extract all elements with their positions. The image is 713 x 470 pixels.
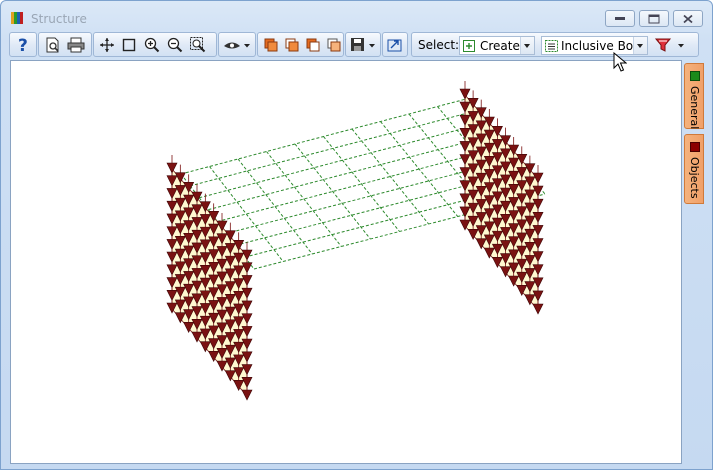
view-group [93, 32, 217, 57]
side-tab-strip: General Objects [682, 60, 708, 462]
rectangle-icon [122, 38, 136, 52]
object-button-1[interactable] [261, 35, 281, 55]
mesh-line [351, 128, 429, 225]
app-icon [11, 12, 25, 24]
filter-button[interactable] [653, 35, 689, 55]
copy-object-icon [327, 38, 341, 52]
objects-group [257, 32, 344, 57]
selection-mode-combo[interactable]: Inclusive Box [541, 36, 648, 55]
save-group [345, 32, 381, 57]
objects-tab-icon [690, 142, 700, 152]
load-arrow [241, 389, 253, 401]
copy-object-icon [285, 38, 299, 52]
structure-view-canvas[interactable] [10, 60, 682, 464]
zoom-extents-button[interactable] [188, 35, 208, 55]
tab-general[interactable]: General [684, 63, 704, 129]
print-group [38, 32, 92, 57]
export-button[interactable] [385, 35, 405, 55]
title-bar: Structure [1, 1, 712, 31]
filter-icon [654, 38, 684, 52]
object-button-3[interactable] [303, 35, 323, 55]
select-group: Select: Create Inclusive Box [411, 32, 699, 57]
load-arrow [166, 162, 178, 174]
selection-mode-value: Inclusive Box [561, 39, 640, 53]
help-icon: ? [18, 36, 28, 54]
zoom-in-icon [144, 37, 160, 53]
create-combo-value: Create [480, 39, 520, 53]
select-label: Select: [418, 38, 460, 52]
window-title: Structure [31, 12, 87, 26]
select-rectangle-button[interactable] [119, 35, 139, 55]
save-icon [351, 38, 375, 51]
mouse-cursor-icon [613, 52, 627, 72]
svg-text:?: ? [18, 36, 28, 54]
tab-objects[interactable]: Objects [684, 134, 704, 204]
left-wall-loads [166, 155, 253, 401]
printer-icon [67, 37, 85, 53]
mesh-line [323, 136, 400, 232]
create-combo[interactable]: Create [459, 36, 535, 55]
mesh-line [237, 158, 313, 255]
view-options-button[interactable] [222, 35, 252, 55]
structure-window: Structure ? Select: Create Inclusive Box… [0, 0, 713, 470]
chevron-down-icon[interactable] [633, 37, 647, 54]
structure-model-drawing [166, 81, 546, 401]
move-icon [100, 38, 114, 52]
mesh-line [294, 143, 371, 240]
export-group [382, 32, 408, 57]
tab-general-label: General [688, 86, 701, 130]
save-button[interactable] [349, 35, 377, 55]
mesh-line [380, 121, 459, 217]
tab-objects-label: Objects [688, 157, 701, 199]
maximize-icon [648, 14, 660, 23]
eye-icon [224, 42, 250, 49]
zoom-out-icon [167, 37, 183, 53]
mesh-line [266, 151, 342, 247]
copy-object-icon [264, 38, 278, 52]
zoom-in-button[interactable] [142, 35, 162, 55]
maximize-button[interactable] [639, 10, 669, 27]
load-arrow [532, 303, 544, 315]
export-icon [387, 39, 402, 52]
object-button-2[interactable] [282, 35, 302, 55]
copy-object-icon [306, 38, 320, 52]
general-tab-icon [690, 71, 700, 81]
load-arrow [459, 88, 471, 100]
pan-button[interactable] [97, 35, 117, 55]
zoom-out-button[interactable] [165, 35, 185, 55]
help-button[interactable]: ? [13, 35, 33, 55]
close-icon [683, 14, 693, 23]
minimize-icon [615, 16, 625, 20]
print-button[interactable] [66, 35, 86, 55]
zoom-extents-icon [190, 37, 206, 53]
minimize-button[interactable] [605, 10, 635, 27]
close-button[interactable] [673, 10, 703, 27]
help-group: ? [9, 32, 37, 57]
chevron-down-icon[interactable] [520, 37, 534, 54]
print-preview-icon [46, 37, 59, 53]
object-button-4[interactable] [324, 35, 344, 55]
right-wall-loads [459, 81, 544, 315]
toolbar: ? Select: Create Inclusive Box [9, 32, 699, 59]
add-icon [463, 40, 475, 52]
list-box-icon [545, 40, 558, 52]
print-preview-button[interactable] [43, 35, 63, 55]
display-group [218, 32, 256, 57]
